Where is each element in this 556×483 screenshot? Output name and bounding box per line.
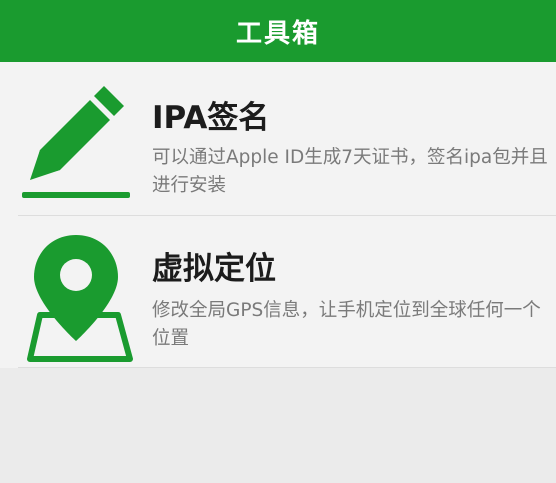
tool-title: 虚拟定位: [152, 251, 276, 287]
tool-description: 可以通过Apple ID生成7天证书，签名ipa包并且进行安装: [152, 147, 548, 196]
tool-title: IPA签名: [152, 100, 270, 136]
tool-list: IPA签名 可以通过Apple ID生成7天证书，签名ipa包并且进行安装 虚拟…: [0, 62, 556, 368]
page-title: 工具箱: [235, 18, 320, 49]
tool-item-virtual-location[interactable]: 虚拟定位 修改全局GPS信息，让手机定位到全球任何一个位置: [0, 215, 556, 368]
app-header: 工具箱: [0, 0, 556, 62]
map-pin-icon: [27, 235, 133, 362]
tool-description: 修改全局GPS信息，让手机定位到全球任何一个位置: [152, 300, 541, 349]
divider: [18, 367, 556, 368]
tool-item-ipa-sign[interactable]: IPA签名 可以通过Apple ID生成7天证书，签名ipa包并且进行安装: [0, 62, 556, 215]
pencil-sign-icon: [22, 86, 130, 198]
